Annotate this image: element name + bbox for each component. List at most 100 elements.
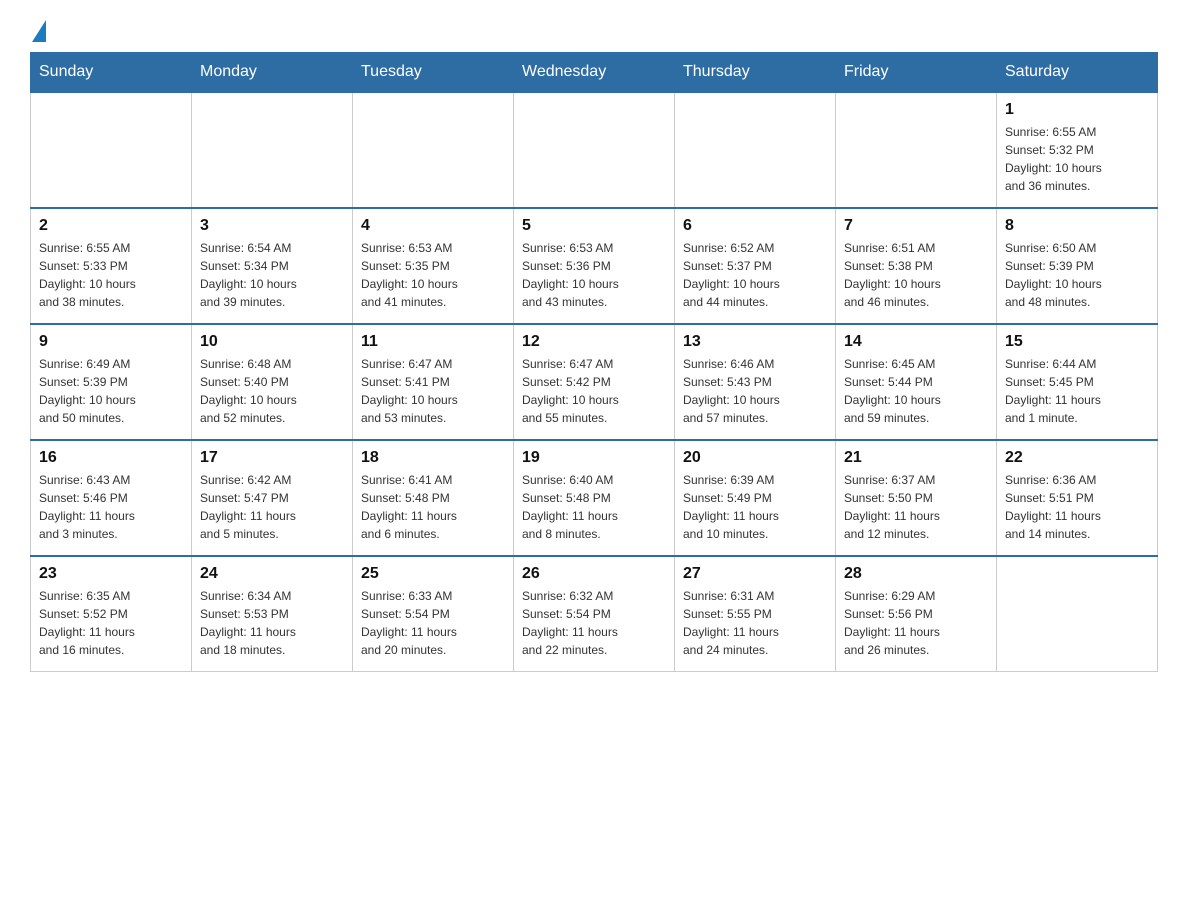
day-info: Sunrise: 6:32 AM Sunset: 5:54 PM Dayligh… (522, 587, 666, 659)
day-info: Sunrise: 6:39 AM Sunset: 5:49 PM Dayligh… (683, 471, 827, 543)
calendar-cell: 4 Sunrise: 6:53 AM Sunset: 5:35 PM Daylig… (353, 208, 514, 324)
week-row-5: 23 Sunrise: 6:35 AM Sunset: 5:52 PM Dayli… (31, 556, 1158, 672)
day-number: 22 (1005, 449, 1149, 467)
day-number: 2 (39, 217, 183, 235)
day-header-friday: Friday (836, 53, 997, 93)
calendar-cell: 8 Sunrise: 6:50 AM Sunset: 5:39 PM Daylig… (997, 208, 1158, 324)
day-number: 5 (522, 217, 666, 235)
day-info: Sunrise: 6:52 AM Sunset: 5:37 PM Dayligh… (683, 239, 827, 311)
calendar-cell: 17 Sunrise: 6:42 AM Sunset: 5:47 PM Dayli… (192, 440, 353, 556)
day-info: Sunrise: 6:29 AM Sunset: 5:56 PM Dayligh… (844, 587, 988, 659)
calendar-cell: 24 Sunrise: 6:34 AM Sunset: 5:53 PM Dayli… (192, 556, 353, 672)
calendar-cell: 5Sunrise: 6:53 AM Sunset: 5:36 PM Daylig… (514, 208, 675, 324)
day-number: 11 (361, 333, 505, 351)
calendar-cell: 13 Sunrise: 6:46 AM Sunset: 5:43 PM Dayli… (675, 324, 836, 440)
week-row-4: 16 Sunrise: 6:43 AM Sunset: 5:46 PM Dayli… (31, 440, 1158, 556)
calendar-cell (31, 92, 192, 208)
day-info: Sunrise: 6:44 AM Sunset: 5:45 PM Dayligh… (1005, 355, 1149, 427)
calendar-cell: 7 Sunrise: 6:51 AM Sunset: 5:38 PM Daylig… (836, 208, 997, 324)
day-number: 7 (844, 217, 988, 235)
calendar-cell: 9 Sunrise: 6:49 AM Sunset: 5:39 PM Daylig… (31, 324, 192, 440)
day-header-monday: Monday (192, 53, 353, 93)
calendar-cell: 1 Sunrise: 6:55 AM Sunset: 5:32 PM Daylig… (997, 92, 1158, 208)
logo (30, 20, 48, 42)
calendar-cell: 19 Sunrise: 6:40 AM Sunset: 5:48 PM Dayli… (514, 440, 675, 556)
day-number: 25 (361, 565, 505, 583)
day-info: Sunrise: 6:37 AM Sunset: 5:50 PM Dayligh… (844, 471, 988, 543)
day-number: 3 (200, 217, 344, 235)
day-header-thursday: Thursday (675, 53, 836, 93)
calendar-cell: 20 Sunrise: 6:39 AM Sunset: 5:49 PM Dayli… (675, 440, 836, 556)
day-info: Sunrise: 6:55 AM Sunset: 5:33 PM Dayligh… (39, 239, 183, 311)
week-row-2: 2 Sunrise: 6:55 AM Sunset: 5:33 PM Daylig… (31, 208, 1158, 324)
day-number: 1 (1005, 101, 1149, 119)
day-number: 19 (522, 449, 666, 467)
logo-triangle-icon (32, 20, 46, 42)
day-info: Sunrise: 6:36 AM Sunset: 5:51 PM Dayligh… (1005, 471, 1149, 543)
calendar-cell: 28 Sunrise: 6:29 AM Sunset: 5:56 PM Dayli… (836, 556, 997, 672)
days-header-row: SundayMondayTuesdayWednesdayThursdayFrid… (31, 53, 1158, 93)
calendar-cell: 2 Sunrise: 6:55 AM Sunset: 5:33 PM Daylig… (31, 208, 192, 324)
day-number: 15 (1005, 333, 1149, 351)
day-number: 28 (844, 565, 988, 583)
day-number: 21 (844, 449, 988, 467)
calendar-cell (836, 92, 997, 208)
calendar-cell: 23 Sunrise: 6:35 AM Sunset: 5:52 PM Dayli… (31, 556, 192, 672)
week-row-3: 9 Sunrise: 6:49 AM Sunset: 5:39 PM Daylig… (31, 324, 1158, 440)
day-number: 24 (200, 565, 344, 583)
calendar-cell (997, 556, 1158, 672)
day-info: Sunrise: 6:31 AM Sunset: 5:55 PM Dayligh… (683, 587, 827, 659)
calendar-cell: 11Sunrise: 6:47 AM Sunset: 5:41 PM Dayli… (353, 324, 514, 440)
day-number: 6 (683, 217, 827, 235)
day-info: Sunrise: 6:34 AM Sunset: 5:53 PM Dayligh… (200, 587, 344, 659)
day-number: 12 (522, 333, 666, 351)
page-header (30, 20, 1158, 42)
day-number: 4 (361, 217, 505, 235)
day-number: 17 (200, 449, 344, 467)
day-info: Sunrise: 6:49 AM Sunset: 5:39 PM Dayligh… (39, 355, 183, 427)
day-info: Sunrise: 6:40 AM Sunset: 5:48 PM Dayligh… (522, 471, 666, 543)
calendar-cell (353, 92, 514, 208)
calendar-cell: 3 Sunrise: 6:54 AM Sunset: 5:34 PM Daylig… (192, 208, 353, 324)
calendar-cell: 14Sunrise: 6:45 AM Sunset: 5:44 PM Dayli… (836, 324, 997, 440)
calendar-cell: 6 Sunrise: 6:52 AM Sunset: 5:37 PM Daylig… (675, 208, 836, 324)
day-info: Sunrise: 6:42 AM Sunset: 5:47 PM Dayligh… (200, 471, 344, 543)
calendar-cell: 18 Sunrise: 6:41 AM Sunset: 5:48 PM Dayli… (353, 440, 514, 556)
calendar-cell: 15 Sunrise: 6:44 AM Sunset: 5:45 PM Dayli… (997, 324, 1158, 440)
day-info: Sunrise: 6:50 AM Sunset: 5:39 PM Dayligh… (1005, 239, 1149, 311)
calendar-cell: 12Sunrise: 6:47 AM Sunset: 5:42 PM Dayli… (514, 324, 675, 440)
day-number: 16 (39, 449, 183, 467)
calendar-cell (192, 92, 353, 208)
day-header-wednesday: Wednesday (514, 53, 675, 93)
day-number: 23 (39, 565, 183, 583)
day-info: Sunrise: 6:35 AM Sunset: 5:52 PM Dayligh… (39, 587, 183, 659)
week-row-1: 1 Sunrise: 6:55 AM Sunset: 5:32 PM Daylig… (31, 92, 1158, 208)
calendar-cell: 25 Sunrise: 6:33 AM Sunset: 5:54 PM Dayli… (353, 556, 514, 672)
day-number: 20 (683, 449, 827, 467)
day-number: 18 (361, 449, 505, 467)
day-header-saturday: Saturday (997, 53, 1158, 93)
day-number: 10 (200, 333, 344, 351)
calendar-cell: 10Sunrise: 6:48 AM Sunset: 5:40 PM Dayli… (192, 324, 353, 440)
day-number: 8 (1005, 217, 1149, 235)
day-info: Sunrise: 6:55 AM Sunset: 5:32 PM Dayligh… (1005, 123, 1149, 195)
day-info: Sunrise: 6:51 AM Sunset: 5:38 PM Dayligh… (844, 239, 988, 311)
day-header-tuesday: Tuesday (353, 53, 514, 93)
day-info: Sunrise: 6:45 AM Sunset: 5:44 PM Dayligh… (844, 355, 988, 427)
calendar-cell: 21 Sunrise: 6:37 AM Sunset: 5:50 PM Dayli… (836, 440, 997, 556)
day-number: 9 (39, 333, 183, 351)
day-number: 13 (683, 333, 827, 351)
day-info: Sunrise: 6:46 AM Sunset: 5:43 PM Dayligh… (683, 355, 827, 427)
day-info: Sunrise: 6:54 AM Sunset: 5:34 PM Dayligh… (200, 239, 344, 311)
calendar-cell (675, 92, 836, 208)
day-header-sunday: Sunday (31, 53, 192, 93)
day-info: Sunrise: 6:33 AM Sunset: 5:54 PM Dayligh… (361, 587, 505, 659)
day-info: Sunrise: 6:53 AM Sunset: 5:35 PM Dayligh… (361, 239, 505, 311)
calendar-cell: 16 Sunrise: 6:43 AM Sunset: 5:46 PM Dayli… (31, 440, 192, 556)
calendar-cell (514, 92, 675, 208)
calendar-cell: 22 Sunrise: 6:36 AM Sunset: 5:51 PM Dayli… (997, 440, 1158, 556)
day-info: Sunrise: 6:43 AM Sunset: 5:46 PM Dayligh… (39, 471, 183, 543)
calendar-cell: 27Sunrise: 6:31 AM Sunset: 5:55 PM Dayli… (675, 556, 836, 672)
day-number: 26 (522, 565, 666, 583)
day-info: Sunrise: 6:41 AM Sunset: 5:48 PM Dayligh… (361, 471, 505, 543)
